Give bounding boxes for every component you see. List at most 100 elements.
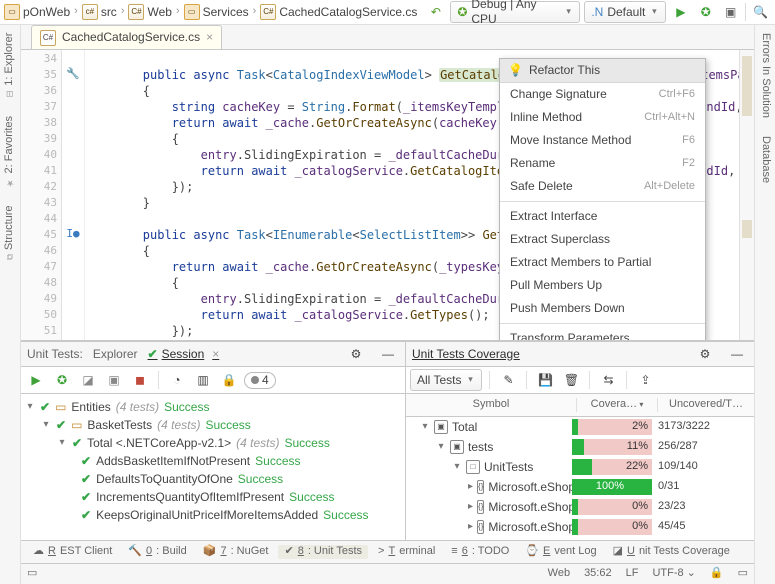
- tool-window-tab[interactable]: ✔8: Unit Tests: [278, 545, 368, 559]
- breadcrumb-seg[interactable]: C#Web: [128, 4, 171, 20]
- tool-window-tab[interactable]: ◪Unit Tests Coverage: [607, 545, 736, 559]
- chevron-icon[interactable]: ▾: [436, 441, 446, 454]
- save-icon[interactable]: 💾: [534, 370, 556, 390]
- status-line-ending[interactable]: LF: [626, 567, 639, 581]
- settings-icon[interactable]: ⇆: [597, 370, 619, 390]
- tab-session[interactable]: ✔Session×: [148, 347, 220, 362]
- test-leaf[interactable]: ✔IncrementsQuantityOfItemIfPresent Succe…: [23, 488, 403, 506]
- status-caret-pos[interactable]: 35:62: [584, 567, 612, 581]
- chevron-down-icon[interactable]: ▾: [41, 419, 51, 432]
- tool-window-tab[interactable]: >Terminal: [372, 545, 441, 559]
- tool-window-tab[interactable]: ☁REST Client: [27, 545, 118, 559]
- status-icon[interactable]: ▭: [27, 567, 37, 581]
- rail-tab-errors[interactable]: Errors In Solution: [758, 33, 772, 118]
- minimize-icon[interactable]: —: [377, 344, 399, 364]
- chevron-down-icon[interactable]: ▾: [57, 437, 67, 450]
- coverage-row[interactable]: ▸ {} Microsoft.eShopWeb.Un 0% 45/45: [406, 517, 754, 537]
- export-icon[interactable]: ⇪: [634, 370, 656, 390]
- run-button[interactable]: ▶: [670, 2, 691, 22]
- menu-item[interactable]: Inline MethodCtrl+Alt+N: [500, 106, 705, 129]
- tool-window-tab[interactable]: ≡6: TODO: [445, 545, 515, 559]
- coverage-button[interactable]: ◪: [77, 370, 99, 390]
- menu-item[interactable]: Transform Parameters: [500, 327, 705, 341]
- coverage-row[interactable]: ▸ {} Microsoft.eShopWeb.Un 100% 0/31: [406, 477, 754, 497]
- chevron-down-icon[interactable]: ▾: [25, 401, 35, 414]
- breadcrumb-seg[interactable]: ▭Services: [184, 4, 249, 20]
- coverage-row[interactable]: ▸ {} Microsoft.eShopWeb.Un 0% 23/23: [406, 497, 754, 517]
- chevron-icon[interactable]: ▸: [468, 521, 473, 534]
- nav-back-button[interactable]: ↶: [425, 2, 446, 22]
- col-coverage[interactable]: Covera… ▾: [576, 398, 657, 412]
- test-count-badge[interactable]: 4: [244, 372, 276, 389]
- menu-item[interactable]: RenameF2: [500, 152, 705, 175]
- menu-item[interactable]: Change SignatureCtrl+F6: [500, 83, 705, 106]
- tool-window-tab[interactable]: 📦7: NuGet: [197, 545, 275, 559]
- pin-icon: ⊟: [4, 90, 15, 98]
- coverage-row[interactable]: ▾ ▣ Total 2% 3173/3222: [406, 417, 754, 437]
- delete-icon[interactable]: 🗑: [560, 370, 582, 390]
- coverage-row[interactable]: ▾ ▣ tests 11% 256/287: [406, 437, 754, 457]
- close-icon[interactable]: ×: [212, 347, 219, 362]
- breadcrumb-seg[interactable]: C#CachedCatalogService.cs: [260, 4, 417, 20]
- chevron-icon[interactable]: ▾: [420, 421, 430, 434]
- test-leaf[interactable]: ✔DefaultsToQuantityOfOne Success: [23, 470, 403, 488]
- run-target-selector[interactable]: .N Default ▾: [584, 1, 666, 23]
- chevron-icon[interactable]: ▸: [468, 481, 473, 494]
- menu-item[interactable]: Extract Superclass: [500, 228, 705, 251]
- rail-tab-structure[interactable]: ⧉Structure: [3, 205, 17, 260]
- coverage-row[interactable]: ▾ □ UnitTests 22% 109/140: [406, 457, 754, 477]
- menu-item[interactable]: Move Instance MethodF6: [500, 129, 705, 152]
- tool-window-tab[interactable]: ⌚Event Log: [519, 545, 602, 559]
- profile-button[interactable]: ▣: [103, 370, 125, 390]
- test-leaf[interactable]: ✔AddsBasketItemIfNotPresent Success: [23, 452, 403, 470]
- status-web[interactable]: Web: [548, 567, 570, 581]
- test-status: Success: [284, 436, 329, 451]
- test-leaf[interactable]: ✔KeepsOriginalUnitPriceIfMoreItemsAdded …: [23, 506, 403, 524]
- breadcrumb-seg[interactable]: c#src: [82, 4, 117, 20]
- highlight-icon[interactable]: ✎: [497, 370, 519, 390]
- run-button[interactable]: ▶: [25, 370, 47, 390]
- editor-tab[interactable]: C# CachedCatalogService.cs ×: [31, 25, 222, 49]
- check-icon: ✔: [40, 400, 50, 415]
- menu-item[interactable]: Extract Interface: [500, 205, 705, 228]
- menu-item[interactable]: Pull Members Up: [500, 274, 705, 297]
- debug-button[interactable]: ✪: [695, 2, 716, 22]
- rail-tab-favorites[interactable]: ★2: Favorites: [3, 116, 17, 187]
- minimize-icon[interactable]: —: [726, 344, 748, 364]
- tab-explorer[interactable]: Explorer: [93, 347, 138, 362]
- coverage-body[interactable]: ▾ ▣ Total 2% 3173/3222 ▾ ▣ tests 11% 256…: [406, 417, 754, 540]
- coverage-filter[interactable]: All Tests▾: [410, 369, 482, 391]
- run-config-selector[interactable]: ✪ Debug | Any CPU ▾: [450, 1, 580, 23]
- code-editor[interactable]: 34353637383940414243444546474849505152 🔧…: [21, 50, 754, 341]
- rail-tab-database[interactable]: Database: [758, 136, 772, 183]
- right-tool-rail: Errors In Solution Database: [754, 25, 775, 584]
- minimap[interactable]: [739, 50, 754, 340]
- close-icon[interactable]: ×: [206, 30, 213, 45]
- breadcrumb-seg[interactable]: ▭pOnWeb: [4, 4, 70, 20]
- status-indicator[interactable]: ▭: [738, 567, 748, 581]
- chevron-icon[interactable]: ▾: [452, 461, 462, 474]
- col-uncovered[interactable]: Uncovered/T…: [657, 398, 754, 412]
- menu-item[interactable]: Extract Members to Partial: [500, 251, 705, 274]
- search-button[interactable]: 🔍: [750, 2, 771, 22]
- gear-icon[interactable]: ⚙: [345, 344, 367, 364]
- symbol-icon: ▣: [434, 420, 448, 434]
- stop-button[interactable]: ◼: [129, 370, 151, 390]
- lock-icon[interactable]: 🔒: [218, 370, 240, 390]
- gear-icon[interactable]: ⚙: [694, 344, 716, 364]
- attach-button[interactable]: ▣: [720, 2, 741, 22]
- status-encoding[interactable]: UTF-8 ⌄: [652, 567, 695, 581]
- chevron-right-icon: ›: [121, 5, 125, 19]
- group-icon[interactable]: ▥: [192, 370, 214, 390]
- tool-window-tab[interactable]: 🔨0: Build: [122, 545, 192, 559]
- menu-header: 💡 Refactor This: [500, 59, 705, 83]
- rail-tab-explorer[interactable]: ⊟1: Explorer: [3, 33, 17, 98]
- debug-button[interactable]: ✪: [51, 370, 73, 390]
- menu-item[interactable]: Safe DeleteAlt+Delete: [500, 175, 705, 198]
- clock-icon[interactable]: ◔: [166, 370, 188, 390]
- test-tree[interactable]: ▾✔▭Entities (4 tests) Success ▾✔▭BasketT…: [21, 394, 405, 540]
- readonly-lock-icon[interactable]: 🔒: [710, 567, 724, 581]
- chevron-icon[interactable]: ▸: [468, 501, 473, 514]
- menu-item[interactable]: Push Members Down: [500, 297, 705, 320]
- col-symbol[interactable]: Symbol: [406, 398, 576, 412]
